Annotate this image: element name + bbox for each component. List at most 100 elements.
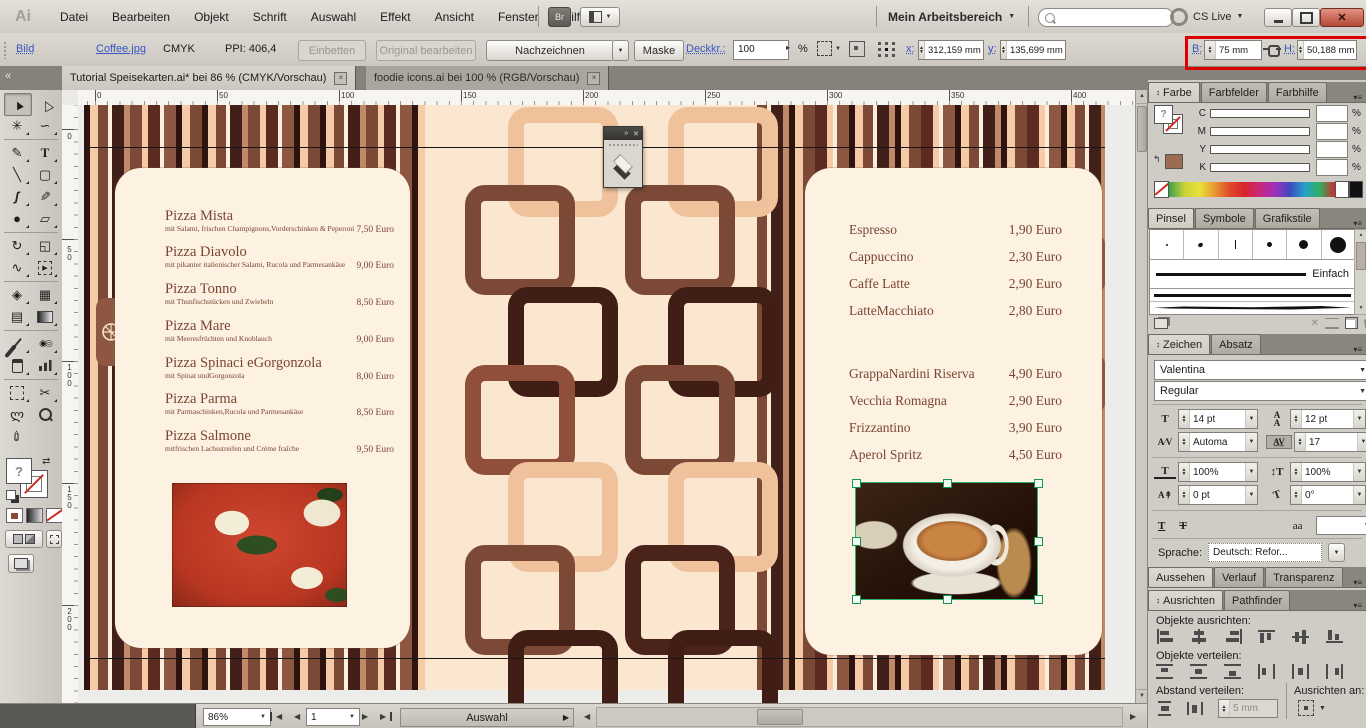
vertical-spacing-icon[interactable]: [1156, 701, 1175, 716]
workspace-switcher[interactable]: Mein Arbeitsbereich ▼: [888, 0, 1015, 33]
search-box[interactable]: [1038, 8, 1174, 27]
close-panel-icon[interactable]: ✕: [633, 130, 639, 138]
scroll-up-icon[interactable]: ▲: [1355, 230, 1366, 241]
tab-absatz[interactable]: Absatz: [1211, 334, 1261, 354]
artboard-number-select[interactable]: 1 ▼: [306, 708, 360, 726]
floating-panel-header[interactable]: » ✕: [604, 127, 642, 140]
close-tab-icon[interactable]: ×: [334, 72, 347, 85]
stepper-icon[interactable]: ▲▼: [1179, 410, 1190, 428]
horizontal-scrollbar[interactable]: [596, 707, 1123, 727]
document-tab-active[interactable]: Tutorial Speisekarten.ai* bei 86 % (CMYK…: [62, 66, 356, 90]
horizontal-ruler[interactable]: 0 50 100 150 200 250 300 350 400: [78, 90, 1135, 106]
scrollbar-thumb[interactable]: [757, 709, 803, 725]
char-rotation-field[interactable]: ▲▼0°▼: [1290, 485, 1366, 505]
tab-zeichen[interactable]: ↕Zeichen: [1148, 334, 1210, 354]
pen-tool[interactable]: ✎: [4, 142, 30, 163]
align-left-icon[interactable]: [1156, 629, 1175, 644]
last-color-swatch[interactable]: [1165, 154, 1183, 169]
menu-auswahl[interactable]: Auswahl: [299, 10, 368, 24]
tab-farbhilfe[interactable]: Farbhilfe: [1268, 82, 1327, 102]
width-tool[interactable]: ∿: [4, 257, 30, 278]
filename-link[interactable]: Coffee.jpg: [96, 43, 146, 55]
stepper-icon[interactable]: ▲▼: [1219, 700, 1230, 717]
chevron-down-icon[interactable]: ▼: [1245, 463, 1257, 481]
stepper-icon[interactable]: ▲▼: [1291, 486, 1302, 504]
brush-item-line[interactable]: [1150, 289, 1355, 302]
fill-proxy[interactable]: ?: [6, 458, 32, 484]
chevron-down-icon[interactable]: ▼: [1245, 410, 1257, 428]
menu-item[interactable]: Pizza Mare mit Meeresfrüchten und Knobla…: [165, 319, 410, 353]
slice-tool[interactable]: ✂: [32, 382, 58, 403]
y-field[interactable]: ▲▼135,699 mm: [1000, 40, 1066, 60]
direct-selection-tool[interactable]: △: [34, 94, 60, 115]
bridge-button[interactable]: Br: [548, 7, 571, 27]
spectrum-gradient[interactable]: [1169, 182, 1335, 197]
tracking-field[interactable]: ▲▼17▼: [1294, 432, 1366, 452]
font-family-select[interactable]: Valentina ▼: [1154, 360, 1366, 380]
distribute-bottom-icon[interactable]: [1224, 664, 1243, 679]
pizza-photo[interactable]: [172, 483, 347, 607]
y-label[interactable]: y:: [988, 43, 997, 55]
close-button[interactable]: ✕: [1320, 8, 1364, 27]
menu-item[interactable]: Pizza Spinaci eGorgonzola mit Spinat und…: [165, 356, 410, 390]
tab-pinsel[interactable]: Pinsel: [1148, 208, 1194, 228]
swap-fill-stroke-icon[interactable]: ⇄: [42, 456, 50, 467]
brush-item[interactable]: [1287, 230, 1321, 259]
stepper-icon[interactable]: ▲▼: [1179, 463, 1190, 481]
tab-transparenz[interactable]: Transparenz: [1265, 567, 1342, 587]
menu-design-artwork[interactable]: Pizza Mista mit Salami, frischen Champig…: [84, 105, 1105, 690]
chevron-down-icon[interactable]: ▼: [1353, 463, 1365, 481]
nachzeichnen-button[interactable]: Nachzeichnen: [486, 40, 614, 61]
panel-menu-icon[interactable]: ▾≡: [1348, 219, 1366, 228]
scroll-left-icon[interactable]: ◀: [580, 712, 594, 721]
menu-item[interactable]: Aperol Spritz 4,50 Euro: [849, 447, 1102, 467]
rectangle-tool[interactable]: ▢: [32, 164, 58, 185]
tab-farbe[interactable]: ↕Farbe: [1148, 82, 1200, 102]
sprache-dropdown[interactable]: ▼: [1328, 543, 1345, 562]
line-segment-tool[interactable]: ╲: [4, 164, 30, 185]
font-style-select[interactable]: Regular ▼: [1154, 381, 1366, 401]
blend-tool[interactable]: ◉◎: [32, 333, 58, 354]
document-tab-inactive[interactable]: foodie icons.ai bei 100 % (RGB/Vorschau)…: [366, 66, 609, 90]
tab-grafikstile[interactable]: Grafikstile: [1255, 208, 1320, 228]
paintbrush-tool[interactable]: ʃ: [4, 186, 30, 207]
font-size-field[interactable]: ▲▼14 pt▼: [1178, 409, 1258, 429]
align-right-icon[interactable]: [1224, 629, 1243, 644]
layers-icon[interactable]: [612, 151, 634, 177]
menu-item[interactable]: Pizza Parma mit Parmaschinken,Rucola und…: [165, 392, 410, 426]
collapse-panel-icon[interactable]: »: [624, 130, 628, 137]
cs-live[interactable]: CS Live ▼: [1170, 0, 1243, 33]
selection-handle[interactable]: [943, 595, 952, 604]
brush-scrollbar[interactable]: ▲ ▼: [1354, 229, 1366, 315]
white-swatch[interactable]: [1335, 181, 1349, 198]
rotate-tool[interactable]: ↻: [4, 235, 30, 256]
kerning-field[interactable]: ▲▼Automa▼: [1178, 432, 1258, 452]
menu-datei[interactable]: Datei: [48, 10, 100, 24]
distribute-vcenter-icon[interactable]: [1190, 664, 1209, 679]
type-tool[interactable]: T: [32, 142, 58, 163]
distribute-left-icon[interactable]: [1258, 664, 1277, 679]
collapse-dock-icon[interactable]: «: [5, 70, 11, 82]
reference-point-widget[interactable]: [878, 42, 881, 45]
stepper-icon[interactable]: ▲▼: [1291, 410, 1302, 428]
color-mode-button[interactable]: [6, 508, 23, 523]
selection-tool[interactable]: ▲: [4, 93, 32, 116]
scrollbar-thumb[interactable]: [1356, 242, 1366, 270]
deckkr-slider-arrow[interactable]: ▸: [786, 43, 790, 52]
original-bearbeiten-button[interactable]: Original bearbeiten: [376, 40, 476, 61]
align-bottom-icon[interactable]: [1326, 629, 1345, 644]
baseline-shift-field[interactable]: ▲▼0 pt▼: [1178, 485, 1258, 505]
stepper-icon[interactable]: ▲▼: [1179, 433, 1190, 451]
menu-item[interactable]: Pizza Salmone mitfrischen Lachsstreifen …: [165, 429, 410, 463]
drawing-modes-button[interactable]: [5, 530, 43, 548]
tab-symbole[interactable]: Symbole: [1195, 208, 1254, 228]
stroke-options-icon[interactable]: [1325, 318, 1339, 329]
blob-brush-tool[interactable]: ●: [4, 208, 30, 229]
square-ring[interactable]: [625, 365, 735, 475]
magic-wand-tool[interactable]: ✳: [4, 115, 30, 136]
search-input[interactable]: [1055, 11, 1167, 24]
leading-field[interactable]: ▲▼12 pt▼: [1290, 409, 1366, 429]
chevron-down-icon[interactable]: ▼: [1245, 433, 1257, 451]
channel-slider[interactable]: [1210, 127, 1310, 136]
menu-item[interactable]: Pizza Tonno mit Thunfischstücken und Zwi…: [165, 282, 410, 316]
